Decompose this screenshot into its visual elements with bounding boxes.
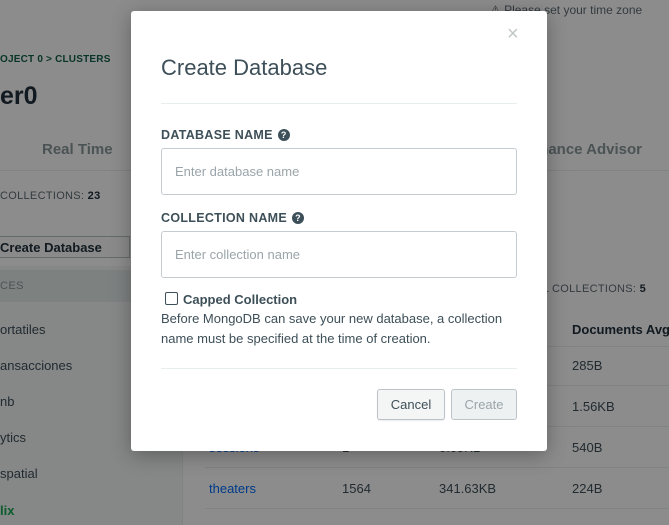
collection-name-label-text: COLLECTION NAME <box>161 211 288 225</box>
collection-name-input[interactable] <box>161 231 517 278</box>
database-name-label-text: DATABASE NAME <box>161 128 273 142</box>
close-icon[interactable]: × <box>507 23 519 46</box>
modal-note: Before MongoDB can save your new databas… <box>161 311 503 346</box>
create-button[interactable]: Create <box>451 389 517 420</box>
help-icon[interactable]: ? <box>277 129 290 141</box>
modal-title: Create Database <box>161 55 328 80</box>
database-name-input[interactable] <box>161 148 517 195</box>
create-database-modal: × Create Database DATABASE NAME? COLLECT… <box>131 11 547 451</box>
cancel-button[interactable]: Cancel <box>377 389 445 420</box>
capped-collection-label[interactable]: Capped Collection <box>183 292 297 307</box>
collection-name-label: COLLECTION NAME? <box>161 211 305 225</box>
modal-divider <box>161 103 517 104</box>
modal-divider <box>161 368 517 369</box>
capped-collection-checkbox[interactable] <box>165 292 178 305</box>
database-name-label: DATABASE NAME? <box>161 128 290 142</box>
help-icon[interactable]: ? <box>292 212 305 224</box>
